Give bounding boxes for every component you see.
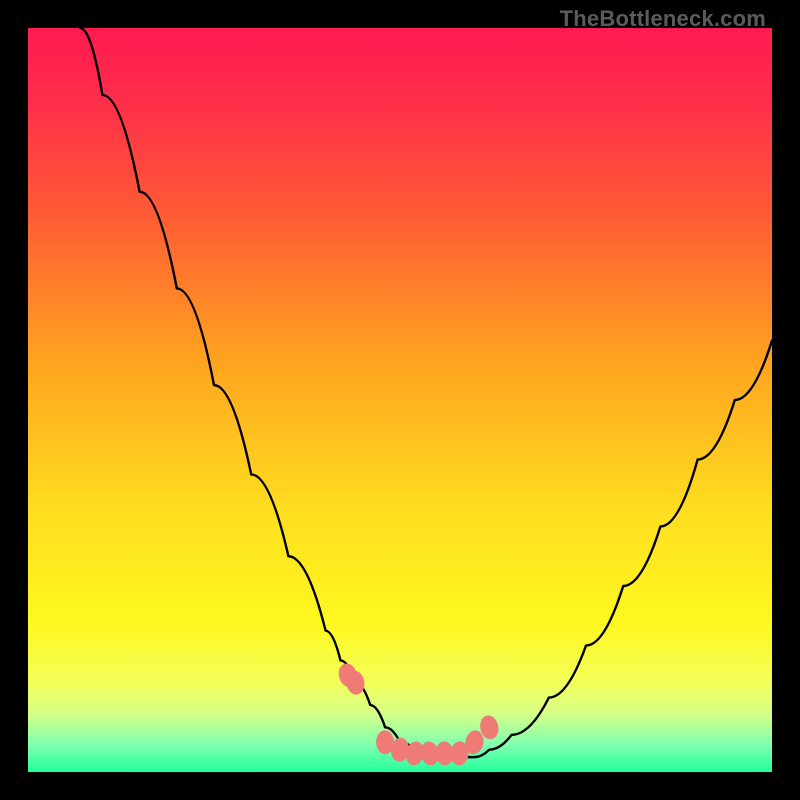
optimum-markers-group <box>336 661 500 767</box>
bottleneck-curve <box>80 28 772 757</box>
plot-area <box>28 28 772 772</box>
watermark-text: TheBottleneck.com <box>560 6 766 32</box>
chart-frame: TheBottleneck.com <box>0 0 800 800</box>
chart-svg <box>28 28 772 772</box>
